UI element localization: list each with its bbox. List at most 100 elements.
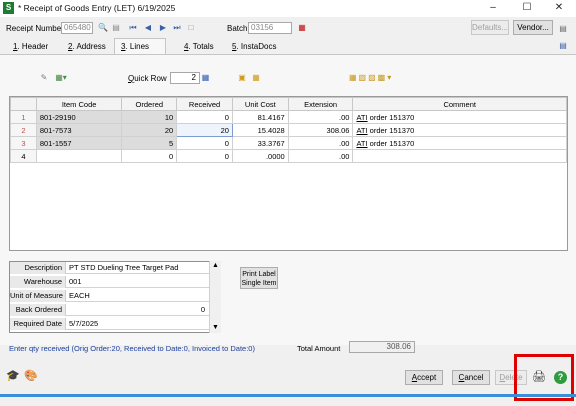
comment-text: order 151370: [367, 138, 415, 148]
item-code-cell[interactable]: 801-29190: [35, 110, 123, 124]
print-label-line2: Single Item: [241, 280, 277, 287]
tab-address-label: . Address: [72, 42, 106, 51]
received-cell-active[interactable]: 20: [176, 123, 233, 137]
quick-row-icon[interactable]: ▦: [200, 72, 211, 83]
lines-grid: Item Code Ordered Received Unit Cost Ext…: [9, 96, 568, 251]
extension-cell[interactable]: .00: [287, 136, 354, 150]
print-label-line1: Print Label: [242, 271, 276, 278]
received-cell[interactable]: 0: [176, 110, 233, 124]
vendor-label: Vendor...: [517, 23, 549, 32]
ordered-cell[interactable]: 0: [121, 149, 178, 163]
detail-value[interactable]: EACH: [68, 290, 208, 302]
line-details-panel: Description PT STD Dueling Tree Target P…: [9, 261, 221, 333]
grid-tool-icons[interactable]: ▦▧▨▩▾: [349, 72, 431, 83]
spreadsheet-icon[interactable]: ▦: [250, 72, 262, 83]
app-icon: S: [3, 2, 14, 14]
accent-bar: [0, 394, 576, 397]
item-code-cell[interactable]: 801-1557: [35, 136, 123, 150]
col-ordered[interactable]: Ordered: [121, 97, 178, 111]
tab-totals[interactable]: 4. Totals: [178, 39, 220, 54]
detail-label: Back Ordered: [10, 304, 66, 316]
tab-instadocs[interactable]: 5. InstaDocs: [226, 39, 282, 54]
comment-cell[interactable]: ATI order 151370: [352, 136, 567, 150]
table-row[interactable]: 3 801-1557 5 0 33.3767 .00 ATI order 151…: [10, 136, 567, 150]
next-icon[interactable]: ▶: [158, 22, 168, 33]
scroll-up-icon[interactable]: ▲: [210, 261, 221, 271]
details-scrollbar[interactable]: ▲ ▼: [209, 261, 221, 333]
receipt-number-field[interactable]: 065480: [61, 22, 93, 34]
search-icon[interactable]: 🔍: [97, 22, 109, 33]
table-row[interactable]: 2 801-7573 20 20 15.4028 308.06 ATI orde…: [10, 123, 567, 137]
comment-prefix: ATI: [356, 138, 368, 148]
received-cell[interactable]: 0: [176, 149, 233, 163]
status-message: Enter qty received (Orig Order:20, Recei…: [9, 344, 255, 353]
comment-cell[interactable]: ATI order 151370: [352, 110, 567, 124]
print-label-button[interactable]: Print Label Single Item: [240, 267, 278, 289]
grid-menu-icon[interactable]: ▦▾: [52, 72, 70, 83]
unit-cost-cell[interactable]: .0000: [231, 149, 289, 163]
batch-icon[interactable]: ▦: [296, 22, 308, 33]
palette-icon[interactable]: 🎨: [24, 369, 38, 383]
detail-value[interactable]: 0: [68, 304, 208, 316]
comment-text: order 151370: [367, 125, 415, 135]
close-button[interactable]: ✕: [542, 0, 576, 17]
graduation-icon[interactable]: 🎓: [6, 369, 20, 383]
copy-icon[interactable]: ▤: [110, 22, 122, 33]
dropper-icon[interactable]: ✎: [38, 72, 50, 83]
cancel-button[interactable]: Cancel: [452, 370, 490, 385]
unit-cost-cell[interactable]: 15.4028: [231, 123, 289, 137]
col-received[interactable]: Received: [176, 97, 233, 111]
scroll-down-icon[interactable]: ▼: [210, 323, 221, 333]
col-unit-cost[interactable]: Unit Cost: [231, 97, 289, 111]
prev-icon[interactable]: ◀: [143, 22, 153, 33]
extension-cell[interactable]: 308.06: [287, 123, 354, 137]
quick-row-field[interactable]: 2: [170, 72, 200, 84]
comment-text: order 151370: [367, 112, 415, 122]
tab-header[interactable]: 1. Header: [7, 39, 54, 54]
detail-label: Warehouse: [10, 276, 66, 288]
col-extension[interactable]: Extension: [287, 97, 354, 111]
detail-row-description: Description PT STD Dueling Tree Target P…: [10, 262, 210, 274]
table-row[interactable]: 1 801-29190 10 0 81.4167 .00 ATI order 1…: [10, 110, 567, 124]
delete-icon[interactable]: □: [186, 22, 196, 33]
tab-totals-label: . Totals: [188, 42, 214, 51]
defaults-button[interactable]: Defaults...: [471, 20, 509, 35]
detail-value[interactable]: 001: [68, 276, 208, 288]
ordered-cell[interactable]: 10: [121, 110, 178, 124]
unit-cost-cell[interactable]: 33.3767: [231, 136, 289, 150]
detail-value[interactable]: PT STD Dueling Tree Target Pad: [68, 262, 208, 274]
item-code-cell[interactable]: [35, 149, 123, 163]
tab-lines[interactable]: 3. Lines: [114, 38, 166, 54]
vendor-button[interactable]: Vendor...: [513, 20, 553, 35]
sidebar-icon[interactable]: ▤: [558, 40, 568, 51]
row-number-header: [10, 97, 37, 111]
item-code-cell[interactable]: 801-7573: [35, 123, 123, 137]
received-cell[interactable]: 0: [176, 136, 233, 150]
tab-address[interactable]: 2. Address: [62, 39, 112, 54]
total-amount-field: 308.06: [349, 341, 415, 353]
batch-field[interactable]: 03156: [248, 22, 292, 34]
ordered-cell[interactable]: 20: [121, 123, 178, 137]
first-icon[interactable]: ⏮: [128, 22, 138, 33]
extension-cell[interactable]: .00: [287, 110, 354, 124]
detail-row-warehouse: Warehouse 001: [10, 276, 210, 288]
minimize-button[interactable]: –: [476, 0, 510, 17]
last-icon[interactable]: ⏭: [172, 22, 182, 33]
grid-header-row: Item Code Ordered Received Unit Cost Ext…: [10, 97, 567, 111]
col-comment[interactable]: Comment: [352, 97, 567, 111]
comment-cell[interactable]: [352, 149, 567, 163]
notes-icon[interactable]: ▤: [558, 23, 568, 34]
col-item-code[interactable]: Item Code: [35, 97, 123, 111]
detail-value[interactable]: 5/7/2025: [68, 318, 208, 330]
accept-button[interactable]: Accept: [405, 370, 443, 385]
tab-instadocs-label: . InstaDocs: [236, 42, 277, 51]
tab-header-label: . Header: [17, 42, 49, 51]
table-row[interactable]: 4 0 0 .0000 .00: [10, 149, 567, 163]
row-number: 4: [10, 149, 37, 163]
extension-cell[interactable]: .00: [287, 149, 354, 163]
notes-icon[interactable]: ▣: [236, 72, 248, 83]
comment-cell[interactable]: ATI order 151370: [352, 123, 567, 137]
unit-cost-cell[interactable]: 81.4167: [231, 110, 289, 124]
maximize-button[interactable]: ☐: [510, 0, 544, 17]
ordered-cell[interactable]: 5: [121, 136, 178, 150]
